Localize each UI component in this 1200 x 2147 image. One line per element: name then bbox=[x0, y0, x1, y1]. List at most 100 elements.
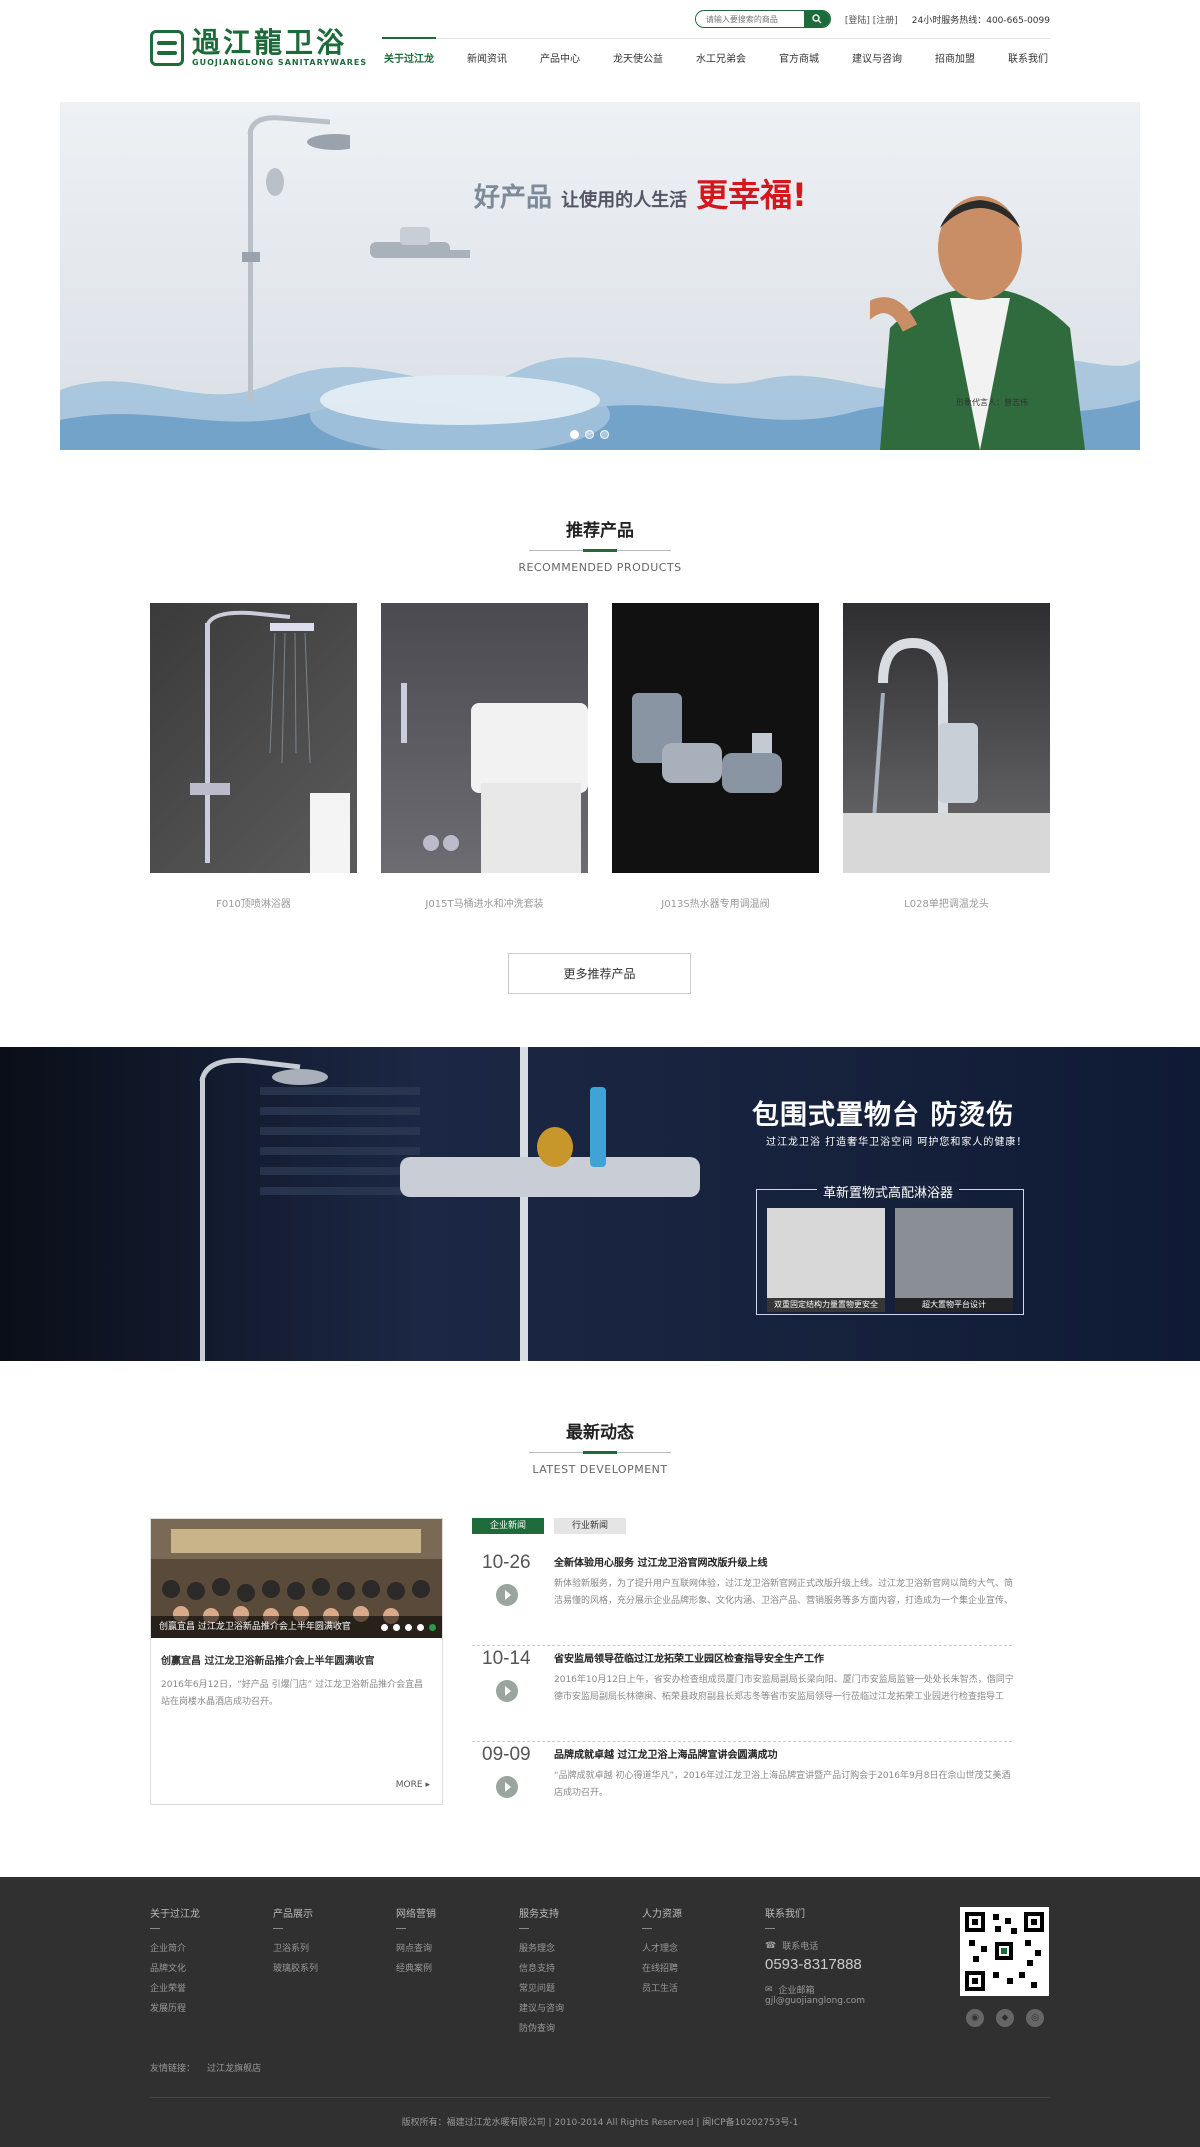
nav-charity[interactable]: 龙天使公益 bbox=[611, 39, 665, 79]
footer-col-marketing: 网络营销 网点查询 经典案例 bbox=[396, 1905, 436, 1979]
title-divider bbox=[529, 549, 671, 552]
nav-mall[interactable]: 官方商城 bbox=[777, 39, 821, 79]
site-logo[interactable]: 過江龍卫浴 GUOJIANGLONG SANITARYWARES bbox=[150, 28, 367, 67]
news-date: 10-14 bbox=[482, 1648, 531, 1669]
footer-col-head[interactable]: 人力资源 bbox=[642, 1905, 682, 1920]
promo-banner[interactable]: 包围式置物台 防烫伤 过江龙卫浴 打造奢华卫浴空间 呵护您和家人的健康！ 革新置… bbox=[0, 1047, 1200, 1361]
slogan-part-c: 更幸福! bbox=[696, 176, 807, 214]
slider-dot[interactable] bbox=[405, 1624, 412, 1631]
footer-link[interactable]: 发展历程 bbox=[150, 1999, 200, 2019]
slider-dot[interactable] bbox=[600, 430, 609, 439]
news-title[interactable]: 品牌成就卓越 过江龙卫浴上海品牌宣讲会圆满成功 bbox=[554, 1746, 777, 1761]
site-footer: 关于过江龙 企业简介 品牌文化 企业荣誉 发展历程 产品展示 卫浴系列 玻璃胶系… bbox=[0, 1877, 1200, 2147]
mail-icon: ✉ bbox=[765, 1984, 773, 1995]
product-name[interactable]: L028单把调温龙头 bbox=[843, 895, 1050, 910]
search-box bbox=[694, 10, 831, 28]
footer-link[interactable]: 卫浴系列 bbox=[273, 1939, 318, 1959]
news-date: 09-09 bbox=[482, 1744, 531, 1765]
login-link[interactable]: [登陆] bbox=[845, 16, 870, 26]
news-summary: 2016年10月12日上午，省安办检查组成员厦门市安监局副局长梁向阳、厦门市安监… bbox=[554, 1675, 1014, 1702]
promo-box-title: 革新置物式高配淋浴器 bbox=[817, 1182, 960, 1201]
footer-link[interactable]: 经典案例 bbox=[396, 1959, 436, 1979]
product-name[interactable]: F010顶喷淋浴器 bbox=[150, 895, 357, 910]
footer-link[interactable]: 防伪查询 bbox=[519, 2019, 564, 2039]
slider-dot[interactable] bbox=[417, 1624, 424, 1631]
footer-col-head[interactable]: 服务支持 bbox=[519, 1905, 564, 1920]
product-card[interactable]: J015T马桶进水和冲洗套装 bbox=[381, 603, 588, 910]
footer-link[interactable]: 人才理念 bbox=[642, 1939, 682, 1959]
wechat-icon[interactable]: ◉ bbox=[966, 2009, 984, 2027]
more-label: MORE bbox=[395, 1780, 423, 1790]
tab-industry-news[interactable]: 行业新闻 bbox=[554, 1518, 626, 1534]
arrow-right-icon[interactable] bbox=[496, 1680, 518, 1702]
nav-advice[interactable]: 建议与咨询 bbox=[850, 39, 904, 79]
mail-address[interactable]: gjl@guojianglong.com bbox=[765, 1996, 865, 2006]
news-title[interactable]: 省安监局领导莅临过江龙拓荣工业园区检查指导安全生产工作 bbox=[554, 1650, 824, 1665]
nav-news[interactable]: 新闻资讯 bbox=[465, 39, 509, 79]
product-image bbox=[612, 603, 819, 873]
arrow-right-icon[interactable] bbox=[496, 1776, 518, 1798]
footer-col-head[interactable]: 关于过江龙 bbox=[150, 1905, 200, 1920]
more-link[interactable]: MORE ▸ bbox=[396, 1780, 430, 1790]
slider-dot[interactable] bbox=[381, 1624, 388, 1631]
footer-link[interactable]: 企业简介 bbox=[150, 1939, 200, 1959]
footer-link[interactable]: 员工生活 bbox=[642, 1979, 682, 1999]
footer-divider bbox=[519, 1928, 529, 1929]
news-title[interactable]: 全新体验用心服务 过江龙卫浴官网改版升级上线 bbox=[554, 1554, 767, 1569]
footer-divider bbox=[396, 1928, 406, 1929]
copyright: 版权所有：福建过江龙水暖有限公司 | 2010-2014 All Rights … bbox=[401, 2118, 799, 2128]
spokesman-label: 形象代言人：曾志伟 bbox=[956, 398, 1028, 407]
footer-col-head[interactable]: 联系我们 bbox=[765, 1905, 865, 1920]
product-card[interactable]: L028单把调温龙头 bbox=[843, 603, 1050, 910]
footer-link[interactable]: 服务理念 bbox=[519, 1939, 564, 1959]
slider-dot[interactable] bbox=[585, 430, 594, 439]
arrow-right-icon[interactable] bbox=[496, 1584, 518, 1606]
footer-link[interactable]: 常见问题 bbox=[519, 1979, 564, 1999]
banner-slogan: 好产品 让使用的人生活 更幸福! bbox=[474, 170, 807, 216]
footer-link[interactable]: 网点查询 bbox=[396, 1939, 436, 1959]
promo-title: 包围式置物台 防烫伤 bbox=[752, 1100, 1015, 1131]
news-date: 10-26 bbox=[482, 1552, 531, 1573]
product-card[interactable]: F010顶喷淋浴器 bbox=[150, 603, 357, 910]
more-products-button[interactable]: 更多推荐产品 bbox=[508, 953, 691, 994]
footer-link[interactable]: 品牌文化 bbox=[150, 1959, 200, 1979]
promo-thumb-caption: 超大置物平台设计 bbox=[895, 1298, 1013, 1312]
nav-contact[interactable]: 联系我们 bbox=[1006, 39, 1050, 79]
promo-thumb: 双重固定结构力量置物更安全 bbox=[767, 1208, 885, 1312]
logo-mark-icon bbox=[150, 29, 184, 66]
product-image bbox=[843, 603, 1050, 873]
slider-dot[interactable] bbox=[570, 430, 579, 439]
qq-icon[interactable]: ◆ bbox=[996, 2009, 1014, 2027]
friend-link[interactable]: 过江龙旗舰店 bbox=[207, 2064, 261, 2074]
slider-dot[interactable] bbox=[429, 1624, 436, 1631]
slider-dot[interactable] bbox=[393, 1624, 400, 1631]
search-icon bbox=[812, 14, 822, 24]
register-link[interactable]: [注册] bbox=[873, 16, 898, 26]
news-item[interactable]: 09-09 品牌成就卓越 过江龙卫浴上海品牌宣讲会圆满成功 “品牌成就卓越 初心… bbox=[472, 1742, 1012, 1838]
featured-news-card[interactable]: 创赢宜昌 过江龙卫浴新品推介会上半年圆满收官 创赢宜昌 过江龙卫浴新品推介会上半… bbox=[150, 1518, 443, 1805]
nav-about[interactable]: 关于过江龙 bbox=[382, 36, 436, 79]
product-name[interactable]: J013S热水器专用调温阀 bbox=[612, 895, 819, 910]
news-item[interactable]: 10-26 全新体验用心服务 过江龙卫浴官网改版升级上线 新体验新服务，为了提升… bbox=[472, 1550, 1013, 1646]
product-card[interactable]: J013S热水器专用调温阀 bbox=[612, 603, 819, 910]
footer-link[interactable]: 信息支持 bbox=[519, 1959, 564, 1979]
tab-company-news[interactable]: 企业新闻 bbox=[472, 1518, 544, 1534]
footer-link[interactable]: 玻璃胶系列 bbox=[273, 1959, 318, 1979]
footer-link[interactable]: 在线招聘 bbox=[642, 1959, 682, 1979]
footer-link[interactable]: 建议与咨询 bbox=[519, 1999, 564, 2019]
nav-products[interactable]: 产品中心 bbox=[538, 39, 582, 79]
footer-link[interactable]: 企业荣誉 bbox=[150, 1979, 200, 1999]
featured-news-image: 创赢宜昌 过江龙卫浴新品推介会上半年圆满收官 bbox=[151, 1519, 442, 1638]
footer-col-head[interactable]: 网络营销 bbox=[396, 1905, 436, 1920]
featured-news-title[interactable]: 创赢宜昌 过江龙卫浴新品推介会上半年圆满收官 bbox=[161, 1652, 442, 1667]
news-title-cn: 最新动态 bbox=[566, 1423, 634, 1443]
search-button[interactable] bbox=[803, 11, 830, 27]
footer-col-head[interactable]: 产品展示 bbox=[273, 1905, 318, 1920]
hero-banner[interactable]: 好产品 让使用的人生活 更幸福! 形象代言人：曾志伟 bbox=[60, 102, 1140, 450]
search-input[interactable] bbox=[695, 14, 804, 24]
news-item[interactable]: 10-14 省安监局领导莅临过江龙拓荣工业园区检查指导安全生产工作 2016年1… bbox=[472, 1646, 1014, 1742]
nav-franchise[interactable]: 招商加盟 bbox=[933, 39, 977, 79]
product-name[interactable]: J015T马桶进水和冲洗套装 bbox=[381, 895, 588, 910]
nav-plumbers[interactable]: 水工兄弟会 bbox=[694, 39, 748, 79]
weibo-icon[interactable]: ◎ bbox=[1026, 2009, 1044, 2027]
